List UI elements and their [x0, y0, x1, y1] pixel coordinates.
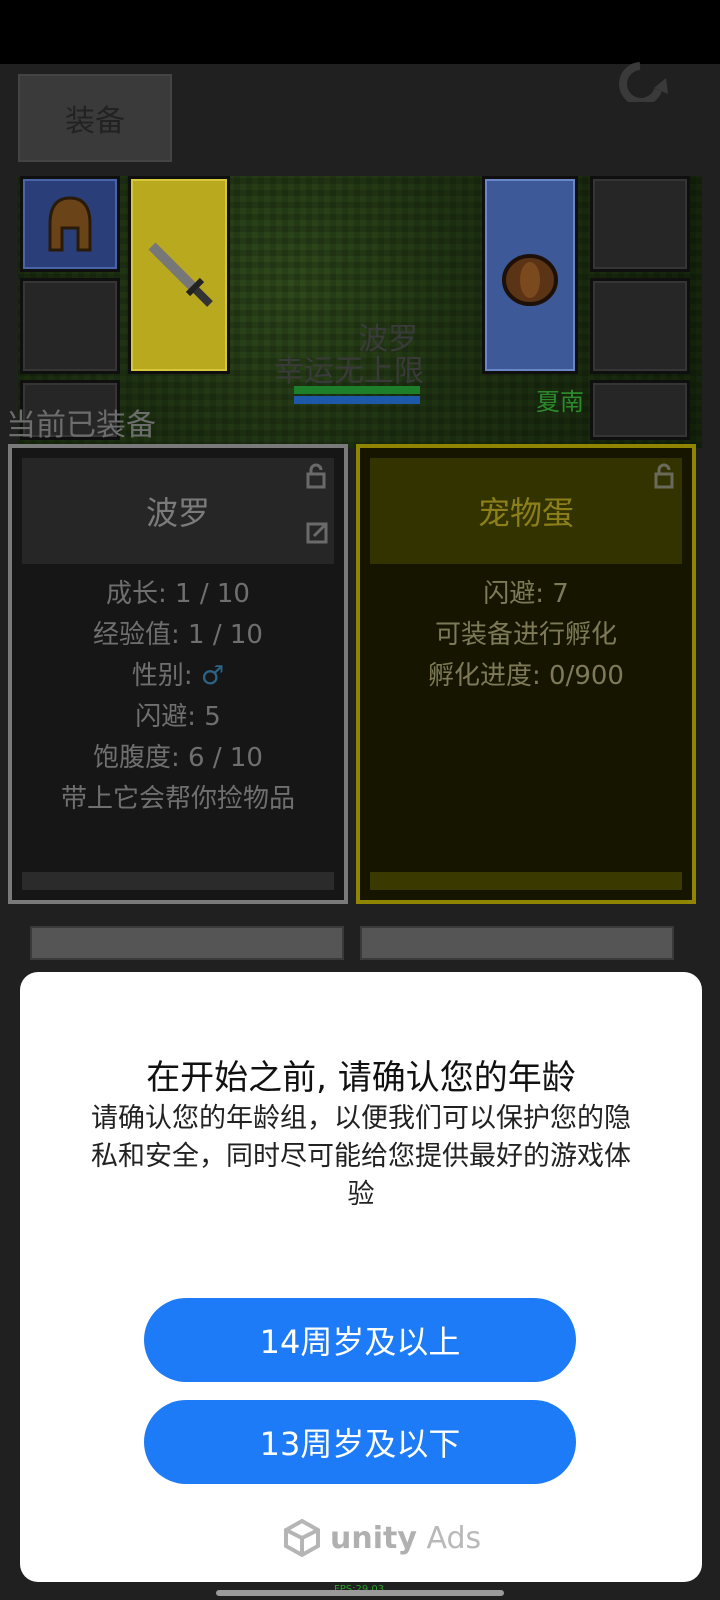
age-14-plus-button[interactable]: 14周岁及以上: [144, 1298, 576, 1382]
player-health-bar: [294, 386, 420, 394]
npc-name-label: 夏南: [536, 388, 584, 416]
age-confirm-dialog: 在开始之前, 请确认您的年龄 请确认您的年龄组，以便我们可以保护您的隐私和安全，…: [20, 972, 702, 1582]
lock-icon[interactable]: [302, 462, 330, 490]
egg-dodge: 闪避: 7: [483, 579, 569, 609]
age-13-under-button[interactable]: 13周岁及以下: [144, 1400, 576, 1484]
share-icon[interactable]: [306, 520, 330, 544]
player-mana-bar: [294, 396, 420, 404]
pet-dodge: 闪避: 5: [135, 702, 221, 732]
pet-description: 带上它会帮你捡物品: [60, 784, 295, 814]
egg-card-title: 宠物蛋: [370, 458, 682, 564]
armor-slot[interactable]: [20, 278, 120, 374]
unity-ads-logo: unity Ads: [282, 1516, 481, 1560]
egg-card-stats: 闪避: 7 可装备进行孵化 孵化进度: 0/900: [370, 574, 682, 697]
pet-exp: 经验值: 1 / 10: [93, 620, 263, 650]
home-indicator[interactable]: [216, 1590, 504, 1596]
unity-brand-text: unity: [330, 1520, 417, 1556]
shield-slot[interactable]: [482, 176, 578, 374]
refresh-icon[interactable]: [610, 58, 680, 102]
ring-slot-2[interactable]: [590, 278, 690, 374]
ring-slot-3[interactable]: [590, 380, 690, 440]
dialog-description: 请确认您的年龄组，以便我们可以保护您的隐私和安全，同时尽可能给您提供最好的游戏体…: [91, 1103, 631, 1210]
male-icon: ♂: [200, 661, 225, 691]
player-title-label: 幸运无上限: [274, 354, 424, 389]
pet-gender: 性别: ♂: [131, 661, 225, 691]
ring-slot-1[interactable]: [590, 176, 690, 272]
equipped-label: 当前已装备: [6, 408, 156, 443]
sword-icon: [148, 242, 213, 307]
pet-card[interactable]: 波罗 成长: 1 / 10 经验值: 1 / 10 性别: ♂ 闪避: 5 饱腹…: [8, 444, 348, 904]
lock-icon[interactable]: [650, 462, 678, 490]
shield-icon: [502, 254, 558, 306]
bottom-button-right[interactable]: [360, 926, 674, 960]
equip-tab[interactable]: 装备: [18, 74, 172, 162]
unity-logo-icon: [284, 1518, 320, 1558]
pet-growth: 成长: 1 / 10: [106, 579, 250, 609]
egg-card[interactable]: 宠物蛋 闪避: 7 可装备进行孵化 孵化进度: 0/900: [356, 444, 696, 904]
pet-card-stats: 成长: 1 / 10 经验值: 1 / 10 性别: ♂ 闪避: 5 饱腹度: …: [22, 574, 334, 820]
egg-hatch-progress: 孵化进度: 0/900: [428, 661, 624, 691]
helmet-slot[interactable]: [20, 176, 120, 272]
helmet-icon: [48, 196, 92, 252]
status-bar: [0, 0, 720, 64]
weapon-slot[interactable]: [128, 176, 230, 374]
egg-hatch-hint: 可装备进行孵化: [434, 620, 617, 650]
egg-card-footer: [370, 872, 682, 890]
ads-brand-text: Ads: [426, 1520, 482, 1556]
dialog-title: 在开始之前, 请确认您的年龄: [146, 1058, 576, 1098]
pet-card-title: 波罗: [22, 458, 334, 564]
pet-card-footer: [22, 872, 334, 890]
pet-satiety: 饱腹度: 6 / 10: [93, 743, 263, 773]
bottom-button-left[interactable]: [30, 926, 344, 960]
